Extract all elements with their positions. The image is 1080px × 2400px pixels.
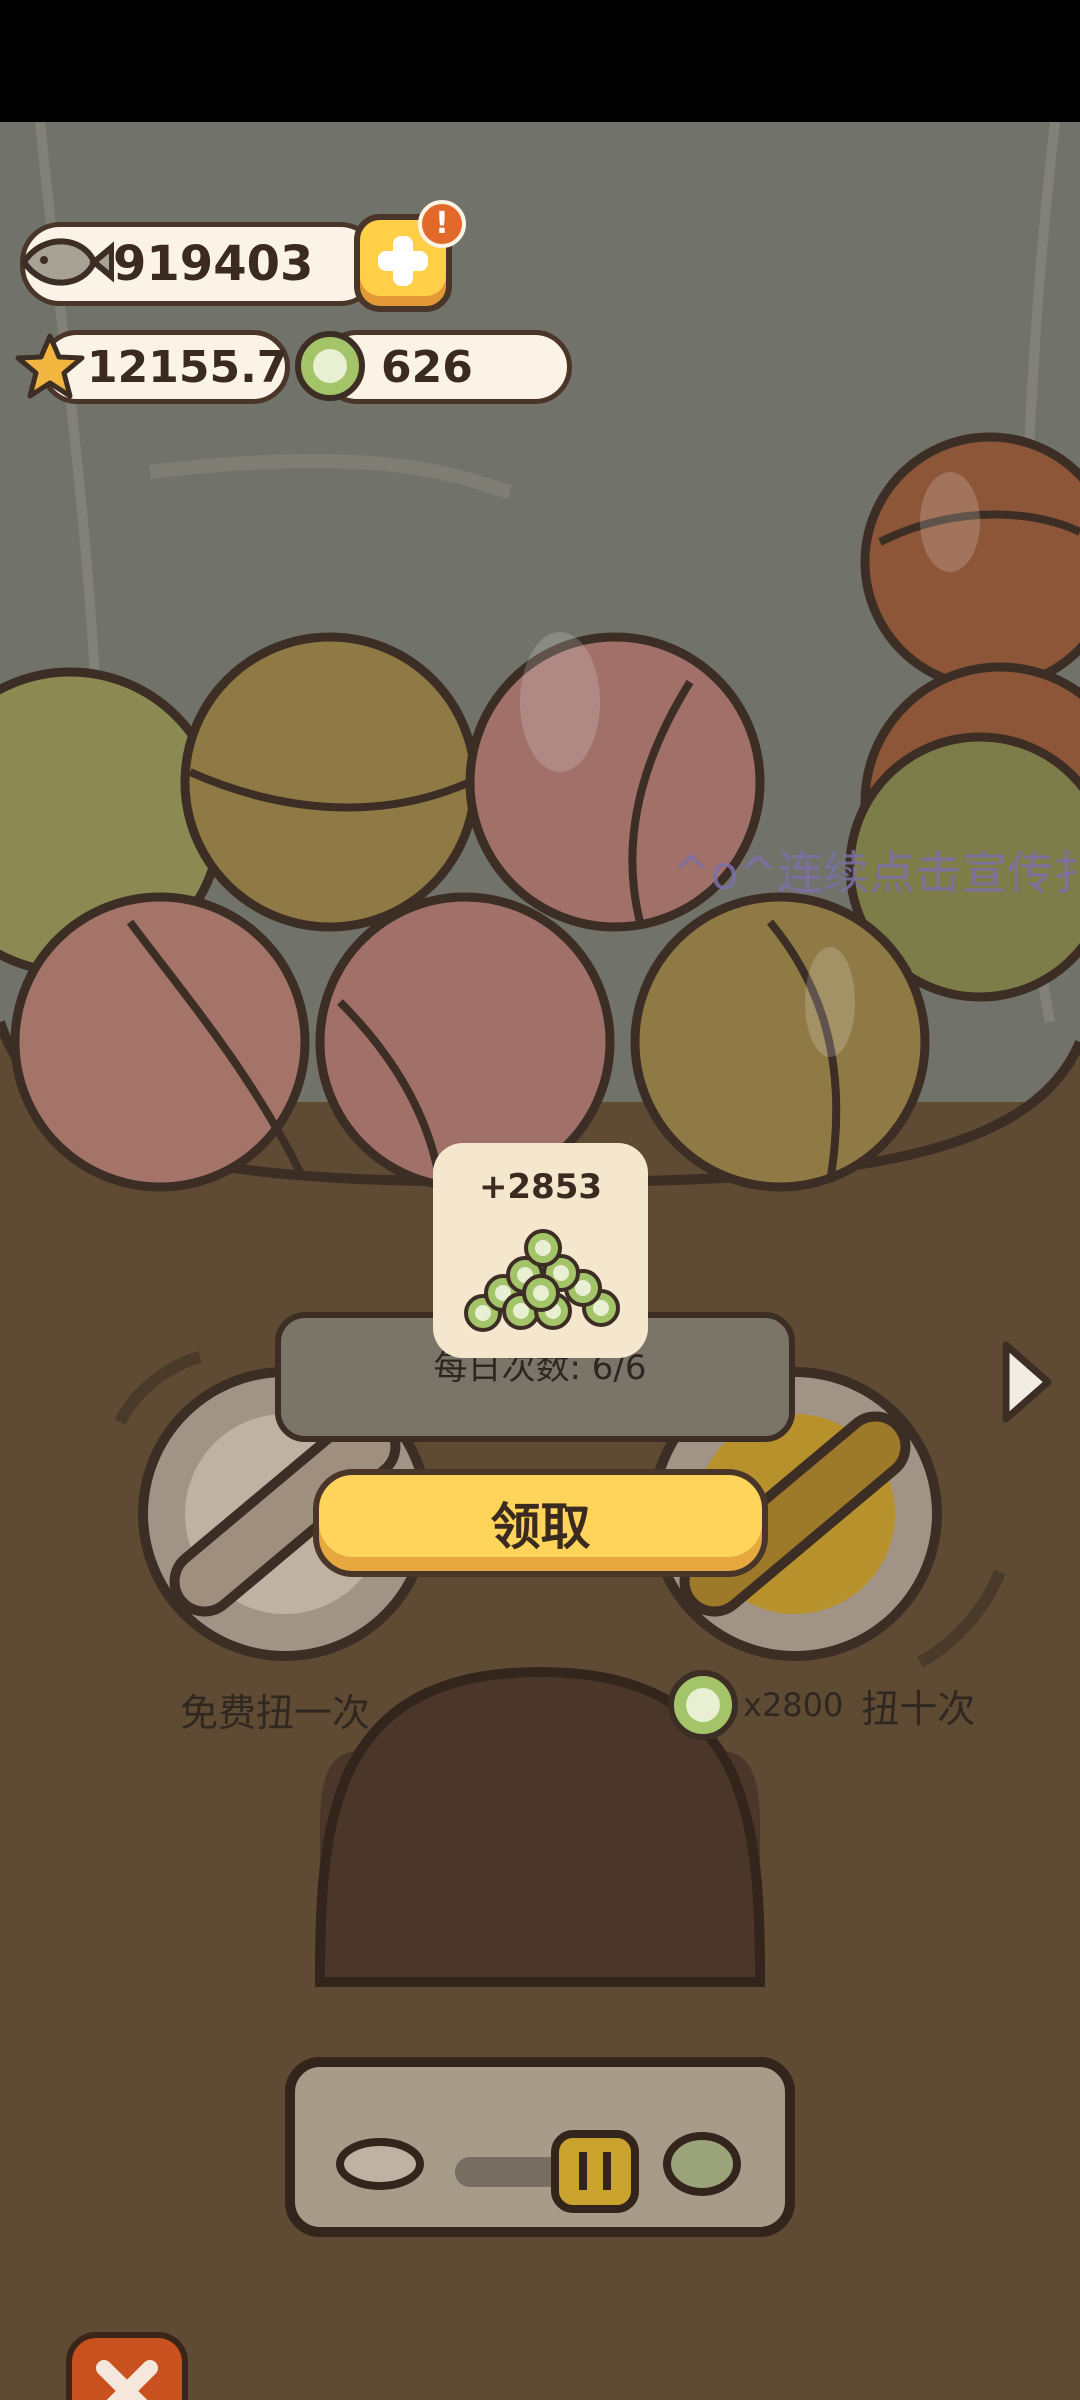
reward-card: +2853	[433, 1143, 648, 1358]
gacha-scene: 919403 ! 12155.7 626 ^o^连续点击宣传扌 每日次数: 6/…	[0, 122, 1080, 2400]
star-amount: 12155.7	[87, 341, 288, 393]
free-spin-button[interactable]: 免费扭一次	[180, 1682, 370, 1737]
close-icon	[96, 2360, 158, 2400]
coin-icon	[668, 1670, 738, 1740]
ten-spin-button[interactable]: x2800 扭十次	[665, 1670, 975, 1740]
ten-spin-cost: x2800	[743, 1686, 844, 1724]
coin-icon	[295, 331, 365, 401]
ten-spin-label: 扭十次	[861, 1686, 976, 1731]
exclamation-icon: !	[418, 200, 466, 248]
fish-amount: 919403	[113, 236, 314, 292]
promo-banner-text[interactable]: ^o^连续点击宣传扌	[672, 837, 1080, 903]
coin-pile-icon	[464, 1229, 620, 1332]
claim-button[interactable]: 领取	[313, 1469, 768, 1577]
star-icon	[15, 333, 85, 399]
close-button[interactable]	[66, 2332, 188, 2400]
status-bar	[0, 0, 1080, 122]
chevron-right-icon[interactable]	[996, 1337, 1056, 1427]
fish-icon	[20, 238, 114, 286]
coin-amount: 626	[381, 341, 473, 393]
